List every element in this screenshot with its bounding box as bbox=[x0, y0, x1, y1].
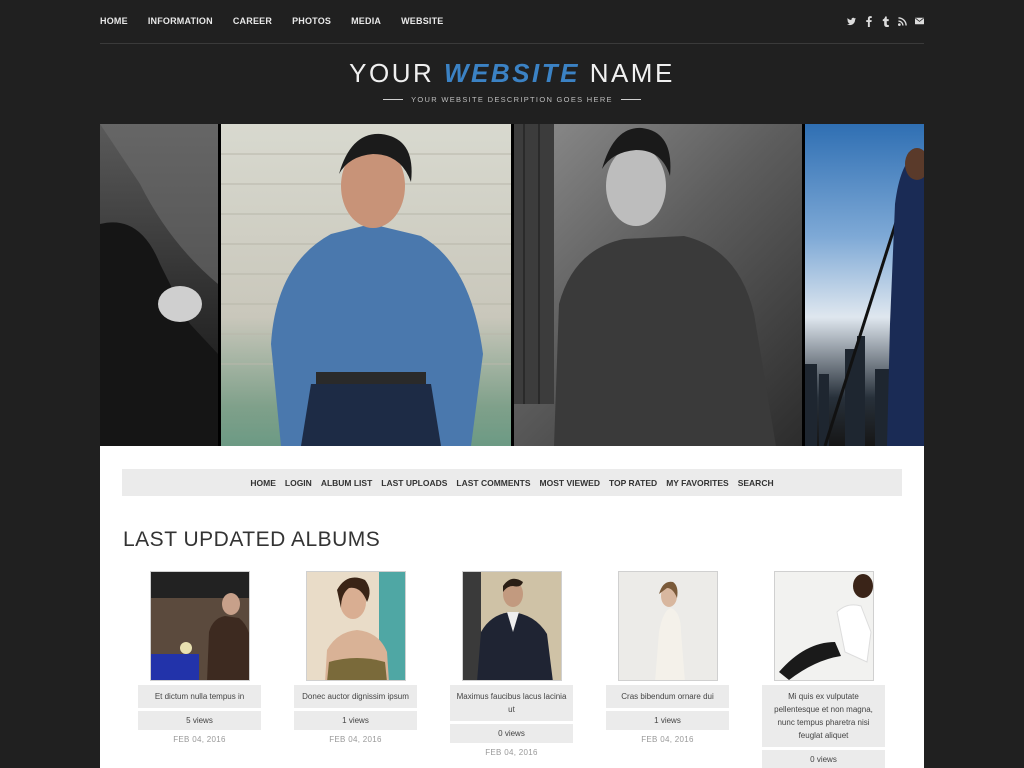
nav-career[interactable]: CAREER bbox=[233, 16, 272, 26]
nav-information[interactable]: INFORMATION bbox=[148, 16, 213, 26]
tumblr-icon[interactable] bbox=[881, 15, 890, 27]
nav-website[interactable]: WEBSITE bbox=[401, 16, 443, 26]
facebook-icon[interactable] bbox=[864, 15, 873, 27]
subnav-top-rated[interactable]: TOP RATED bbox=[609, 478, 657, 488]
subnav-login[interactable]: LOGIN bbox=[285, 478, 312, 488]
subnav-my-favorites[interactable]: MY FAVORITES bbox=[666, 478, 729, 488]
nav-photos[interactable]: PHOTOS bbox=[292, 16, 331, 26]
album-card: Donec auctor dignissim ipsum 1 views FEB… bbox=[294, 571, 417, 768]
slide-image-3[interactable] bbox=[514, 124, 802, 446]
album-title[interactable]: Cras bibendum ornare dui bbox=[606, 685, 729, 708]
subnav-home[interactable]: HOME bbox=[250, 478, 276, 488]
album-title[interactable]: Et dictum nulla tempus in bbox=[138, 685, 261, 708]
album-date: FEB 04, 2016 bbox=[173, 735, 226, 744]
album-views: 1 views bbox=[606, 711, 729, 730]
site-tagline-row: YOUR WEBSITE DESCRIPTION GOES HERE bbox=[0, 95, 1024, 104]
album-views: 5 views bbox=[138, 711, 261, 730]
slide-image-4[interactable] bbox=[805, 124, 924, 446]
album-title[interactable]: Maximus faucibus lacus lacinia ut bbox=[450, 685, 573, 721]
album-card: Cras bibendum ornare dui 1 views FEB 04,… bbox=[606, 571, 729, 768]
album-title[interactable]: Mi quis ex vulputate pellentesque et non… bbox=[762, 685, 885, 747]
social-links bbox=[847, 15, 924, 27]
site-tagline: YOUR WEBSITE DESCRIPTION GOES HERE bbox=[411, 95, 613, 104]
main-menu: HOME INFORMATION CAREER PHOTOS MEDIA WEB… bbox=[100, 16, 444, 26]
nav-home[interactable]: HOME bbox=[100, 16, 128, 26]
site-name[interactable]: YOUR WEBSITE NAME bbox=[0, 58, 1024, 89]
album-thumbnail[interactable] bbox=[305, 571, 406, 681]
email-icon[interactable] bbox=[915, 15, 924, 27]
section-title: LAST UPDATED ALBUMS bbox=[123, 528, 381, 551]
twitter-icon[interactable] bbox=[847, 15, 856, 27]
tagline-divider-left bbox=[383, 99, 404, 100]
album-thumbnail[interactable] bbox=[149, 571, 250, 681]
main-content: HOME LOGIN ALBUM LIST LAST UPLOADS LAST … bbox=[100, 446, 924, 768]
album-date: FEB 04, 2016 bbox=[485, 748, 538, 757]
album-date: FEB 04, 2016 bbox=[329, 735, 382, 744]
subnav-album-list[interactable]: ALBUM LIST bbox=[321, 478, 372, 488]
album-date: FEB 04, 2016 bbox=[641, 735, 694, 744]
subnav-most-viewed[interactable]: MOST VIEWED bbox=[540, 478, 600, 488]
tagline-divider-right bbox=[620, 99, 641, 100]
subnav-last-uploads[interactable]: LAST UPLOADS bbox=[381, 478, 447, 488]
photo-slider[interactable] bbox=[100, 124, 924, 446]
album-card: Et dictum nulla tempus in 5 views FEB 04… bbox=[138, 571, 261, 768]
subnav-search[interactable]: SEARCH bbox=[738, 478, 774, 488]
slide-image-1[interactable] bbox=[100, 124, 218, 446]
subnav-last-comments[interactable]: LAST COMMENTS bbox=[456, 478, 530, 488]
site-branding: YOUR WEBSITE NAME YOUR WEBSITE DESCRIPTI… bbox=[0, 58, 1024, 104]
album-grid: Et dictum nulla tempus in 5 views FEB 04… bbox=[138, 571, 885, 768]
album-views: 1 views bbox=[294, 711, 417, 730]
album-card: Mi quis ex vulputate pellentesque et non… bbox=[762, 571, 885, 768]
gallery-subnav: HOME LOGIN ALBUM LIST LAST UPLOADS LAST … bbox=[122, 469, 902, 496]
album-views: 0 views bbox=[450, 724, 573, 743]
top-navigation: HOME INFORMATION CAREER PHOTOS MEDIA WEB… bbox=[100, 0, 924, 44]
nav-media[interactable]: MEDIA bbox=[351, 16, 381, 26]
slide-image-2[interactable] bbox=[221, 124, 511, 446]
album-thumbnail[interactable] bbox=[617, 571, 718, 681]
album-title[interactable]: Donec auctor dignissim ipsum bbox=[294, 685, 417, 708]
album-card: Maximus faucibus lacus lacinia ut 0 view… bbox=[450, 571, 573, 768]
rss-icon[interactable] bbox=[898, 15, 907, 27]
album-thumbnail[interactable] bbox=[773, 571, 874, 681]
album-thumbnail[interactable] bbox=[461, 571, 562, 681]
album-views: 0 views bbox=[762, 750, 885, 768]
